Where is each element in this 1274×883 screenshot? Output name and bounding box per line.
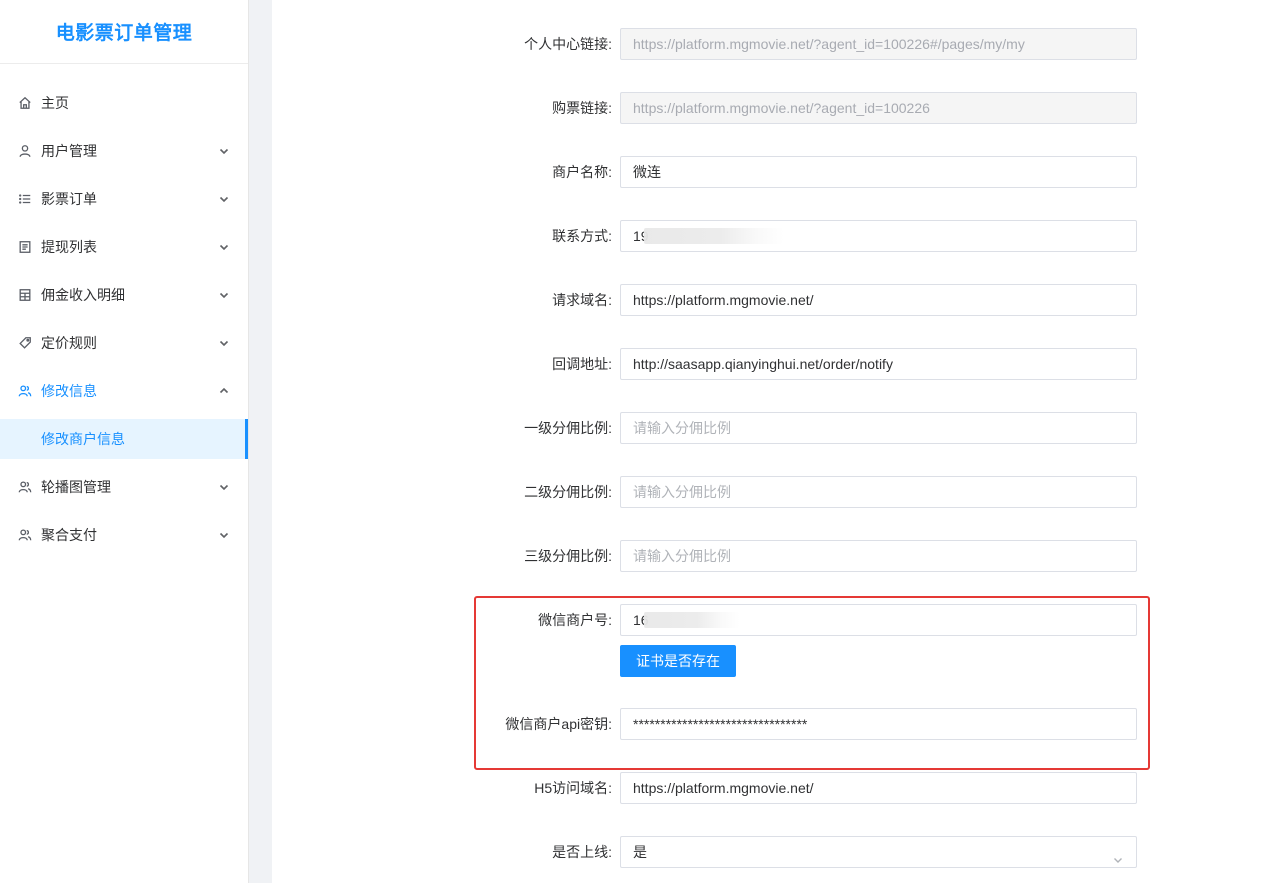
level2-ratio-label: 二级分佣比例: xyxy=(524,484,612,500)
form-row-level3-ratio: 三级分佣比例: xyxy=(272,540,1274,572)
level3-ratio-label: 三级分佣比例: xyxy=(524,548,612,564)
form-row-level1-ratio: 一级分佣比例: xyxy=(272,412,1274,444)
sidebar-item-label: 提现列表 xyxy=(41,239,97,255)
sidebar-subitem-edit-merchant-info[interactable]: 修改商户信息 xyxy=(0,419,248,459)
form-row-h5-domain: H5访问域名: xyxy=(272,772,1274,804)
personal-link-label: 个人中心链接: xyxy=(524,36,612,52)
h5-domain-input[interactable] xyxy=(620,772,1137,804)
form-row-online: 是否上线: 是 xyxy=(272,836,1274,868)
main-content: 个人中心链接: 购票链接: 商户名称: 联系方式: 请求域名: 回调地址: 一级… xyxy=(272,0,1274,883)
sidebar-item-edit-info[interactable]: 修改信息 xyxy=(0,367,248,415)
check-certificate-button[interactable]: 证书是否存在 xyxy=(620,645,736,677)
wechat-merchant-id-input[interactable] xyxy=(620,604,1137,636)
wechat-merchant-id-label: 微信商户号: xyxy=(538,612,612,628)
home-icon xyxy=(17,95,33,111)
merchant-name-input[interactable] xyxy=(620,156,1137,188)
online-label: 是否上线: xyxy=(552,844,612,860)
form-row-contact: 联系方式: xyxy=(272,220,1274,252)
h5-domain-label: H5访问域名: xyxy=(534,780,612,796)
form-row-wechat-merchant-id: 微信商户号: xyxy=(272,604,1274,636)
chevron-down-icon xyxy=(1112,846,1124,863)
form-row-request-domain: 请求域名: xyxy=(272,284,1274,316)
chevron-up-icon xyxy=(218,384,230,396)
sidebar-item-pricing-rules[interactable]: 定价规则 xyxy=(0,319,248,367)
users-icon xyxy=(17,383,33,399)
calculator-icon xyxy=(17,287,33,303)
sidebar-item-label: 定价规则 xyxy=(41,335,97,351)
sidebar-menu: 主页 用户管理 影票订单 提现列表 佣金收入明细 定价规则 修改信息 修改商户信… xyxy=(0,64,248,559)
sidebar-item-ticket-orders[interactable]: 影票订单 xyxy=(0,175,248,223)
request-domain-input[interactable] xyxy=(620,284,1137,316)
form-row-ticket-link: 购票链接: xyxy=(272,92,1274,124)
sidebar-item-withdrawals[interactable]: 提现列表 xyxy=(0,223,248,271)
ticket-link-label: 购票链接: xyxy=(552,100,612,116)
wechat-api-key-label: 微信商户api密钥: xyxy=(505,716,612,732)
online-select[interactable]: 是 xyxy=(620,836,1137,868)
sidebar-item-label: 修改信息 xyxy=(41,383,97,399)
level1-ratio-input[interactable] xyxy=(620,412,1137,444)
form-row-level2-ratio: 二级分佣比例: xyxy=(272,476,1274,508)
form-row-personal-link: 个人中心链接: xyxy=(272,28,1274,60)
chevron-down-icon xyxy=(218,288,230,300)
users-icon xyxy=(17,479,33,495)
level3-ratio-input[interactable] xyxy=(620,540,1137,572)
chevron-down-icon xyxy=(218,192,230,204)
chevron-down-icon xyxy=(218,144,230,156)
sidebar-item-label: 主页 xyxy=(41,95,69,111)
sidebar-item-label: 影票订单 xyxy=(41,191,97,207)
sidebar-item-carousel[interactable]: 轮播图管理 xyxy=(0,463,248,511)
users-icon xyxy=(17,527,33,543)
sidebar-item-home[interactable]: 主页 xyxy=(0,79,248,127)
contact-label: 联系方式: xyxy=(552,228,612,244)
contact-input[interactable] xyxy=(620,220,1137,252)
sidebar-item-label: 轮播图管理 xyxy=(41,479,111,495)
form-row-callback-url: 回调地址: xyxy=(272,348,1274,380)
ticket-link-input[interactable] xyxy=(620,92,1137,124)
sidebar-item-user-management[interactable]: 用户管理 xyxy=(0,127,248,175)
level2-ratio-input[interactable] xyxy=(620,476,1137,508)
sidebar-item-commission[interactable]: 佣金收入明细 xyxy=(0,271,248,319)
sidebar-item-label: 聚合支付 xyxy=(41,527,97,543)
document-icon xyxy=(17,239,33,255)
wechat-api-key-input[interactable] xyxy=(620,708,1137,740)
tag-icon xyxy=(17,335,33,351)
level1-ratio-label: 一级分佣比例: xyxy=(524,420,612,436)
list-icon xyxy=(17,191,33,207)
form-row-wechat-api-key: 微信商户api密钥: xyxy=(272,708,1274,740)
callback-url-input[interactable] xyxy=(620,348,1137,380)
callback-url-label: 回调地址: xyxy=(552,356,612,372)
sidebar-item-payment[interactable]: 聚合支付 xyxy=(0,511,248,559)
sidebar: 电影票订单管理 主页 用户管理 影票订单 提现列表 佣金收入明细 定价规则 修改… xyxy=(0,0,249,883)
user-icon xyxy=(17,143,33,159)
sidebar-item-label: 佣金收入明细 xyxy=(41,287,125,303)
chevron-down-icon xyxy=(218,240,230,252)
request-domain-label: 请求域名: xyxy=(552,292,612,308)
personal-link-input[interactable] xyxy=(620,28,1137,60)
app-title: 电影票订单管理 xyxy=(0,0,248,64)
merchant-name-label: 商户名称: xyxy=(552,164,612,180)
chevron-down-icon xyxy=(218,480,230,492)
chevron-down-icon xyxy=(218,528,230,540)
form-row-merchant-name: 商户名称: xyxy=(272,156,1274,188)
chevron-down-icon xyxy=(218,336,230,348)
online-select-value: 是 xyxy=(633,844,647,860)
sidebar-item-label: 用户管理 xyxy=(41,143,97,159)
